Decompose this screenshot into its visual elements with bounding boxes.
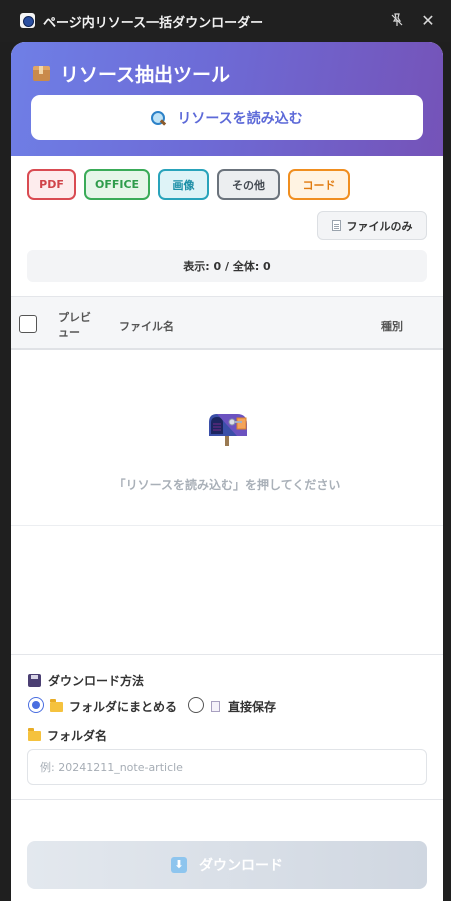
radio-folder-text: フォルダにまとめる	[69, 700, 178, 714]
download-method-heading: ダウンロード方法	[28, 672, 144, 689]
folder-name-label: フォルダ名	[47, 729, 108, 743]
column-file-name: ファイル名	[119, 320, 174, 333]
close-icon[interactable]: ✕	[419, 12, 437, 30]
mailbox-icon	[207, 412, 249, 446]
window-title-bar: ページ内リソース一括ダウンローダー ✕	[0, 0, 451, 42]
file-only-label: ファイルのみ	[346, 219, 413, 233]
download-options: ダウンロード方法 フォルダにまとめる 直接保存 フォルダ名	[11, 654, 443, 800]
download-button-label: ダウンロード	[199, 858, 283, 874]
page-title: リソース抽出ツール	[33, 60, 230, 87]
window-title: ページ内リソース一括ダウンローダー	[43, 16, 264, 31]
load-resources-button[interactable]: リソースを読み込む	[31, 95, 423, 140]
filter-image[interactable]: 画像	[158, 169, 209, 200]
filter-code[interactable]: コード	[288, 169, 350, 200]
folder-name-input[interactable]	[27, 749, 427, 785]
page-title-text: リソース抽出ツール	[60, 64, 231, 86]
filter-pdf[interactable]: PDF	[27, 169, 76, 200]
pin-off-icon[interactable]	[388, 12, 406, 30]
select-all-checkbox[interactable]	[19, 315, 37, 333]
magnifier-icon	[151, 110, 166, 125]
download-method-label: ダウンロード方法	[48, 674, 145, 688]
folder-icon	[50, 698, 63, 712]
radio-direct-save[interactable]	[188, 697, 204, 713]
filter-office[interactable]: OFFICE	[84, 169, 150, 200]
radio-folder[interactable]	[28, 697, 44, 713]
down-arrow-icon: ⬇	[171, 857, 187, 873]
header: リソース抽出ツール リソースを読み込む	[11, 42, 443, 156]
empty-message: 「リソースを読み込む」を押してください	[113, 478, 341, 492]
load-resources-label: リソースを読み込む	[177, 110, 303, 127]
download-button[interactable]: ⬇ ダウンロード	[27, 841, 427, 889]
column-preview: プレビュー	[58, 311, 91, 339]
column-type: 種別	[381, 320, 403, 333]
empty-state: 「リソースを読み込む」を押してください	[11, 350, 443, 526]
document-icon	[331, 220, 341, 231]
extension-panel: リソース抽出ツール リソースを読み込む PDF OFFICE 画像 その他 コー…	[11, 42, 443, 901]
document-icon	[211, 701, 220, 712]
radio-folder-label[interactable]: フォルダにまとめる	[50, 698, 177, 715]
folder-name-heading: フォルダ名	[28, 727, 107, 744]
radio-direct-save-label[interactable]: 直接保存	[211, 698, 276, 715]
filter-other[interactable]: その他	[217, 169, 280, 200]
table-header: プレビュー ファイル名 種別	[11, 296, 443, 350]
floppy-disk-icon	[28, 674, 41, 687]
resource-count: 表示: 0 / 全体: 0	[27, 250, 427, 282]
folder-icon	[28, 727, 41, 741]
radio-direct-save-text: 直接保存	[228, 700, 277, 714]
file-only-button[interactable]: ファイルのみ	[317, 211, 427, 240]
package-icon	[33, 66, 50, 81]
app-icon	[20, 13, 35, 28]
